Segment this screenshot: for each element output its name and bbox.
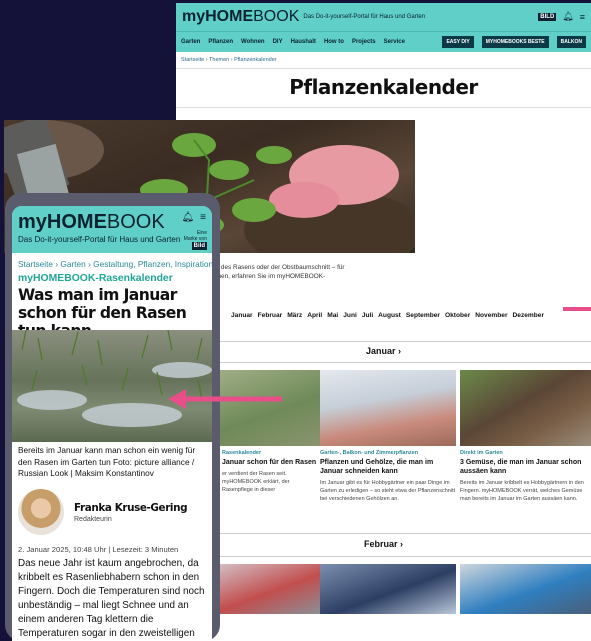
card-text: Bereits im Januar kribbelt es Hobbygärtn… <box>460 480 584 502</box>
card-image[interactable] <box>460 564 591 614</box>
divider <box>206 341 591 342</box>
card-text: Im Januar gibt es für Hobbygärtner ein p… <box>320 480 456 502</box>
article-card[interactable]: Direkt im Garten 3 Gemüse, die man im Ja… <box>460 370 591 503</box>
nav-item-howto[interactable]: How to <box>324 39 344 45</box>
image-caption: Bereits im Januar kann man schon ein wen… <box>18 445 196 478</box>
month-nav: Januar Februar März April Mai Juni Juli … <box>231 312 544 319</box>
nav-item-service[interactable]: Service <box>384 39 405 45</box>
section-januar[interactable]: Januar › <box>176 346 591 356</box>
desktop-header: myHOMEBOOK Das Do-it-yourself-Portal für… <box>176 3 591 31</box>
article-body: Das neue Jahr ist kaum angebrochen, da k… <box>18 558 205 639</box>
divider <box>206 533 591 534</box>
bild-brand: Eine Marke von Bild <box>183 230 207 250</box>
menu-icon[interactable]: ≡ <box>580 12 585 22</box>
balkon-button[interactable]: BALKON <box>556 36 586 48</box>
month-september[interactable]: September <box>406 312 440 319</box>
menu-icon[interactable]: ≡ <box>200 212 206 223</box>
article-kicker: myHOMEBOOK-Rasenkalender <box>18 273 173 284</box>
month-maerz[interactable]: März <box>287 312 302 319</box>
month-januar[interactable]: Januar <box>231 312 253 319</box>
card-image <box>460 370 591 446</box>
easy-diy-button[interactable]: EASY DIY <box>442 36 474 48</box>
divider <box>206 556 591 557</box>
month-april[interactable]: April <box>307 312 322 319</box>
publish-date: 2. Januar 2025, 10:48 Uhr | Lesezeit: 3 … <box>18 545 179 554</box>
page-title: Pflanzenkalender <box>176 75 591 108</box>
month-dezember[interactable]: Dezember <box>513 312 545 319</box>
month-oktober[interactable]: Oktober <box>445 312 470 319</box>
card-category: Direkt im Garten <box>460 450 503 456</box>
bild-logo-icon: Bild <box>191 242 207 250</box>
bell-icon[interactable]: 🔔︎ <box>562 11 573 22</box>
nav-item-haushalt[interactable]: Haushalt <box>291 39 316 45</box>
bell-icon[interactable]: 🔔︎ <box>181 212 194 223</box>
arrow-left-icon <box>168 389 282 409</box>
accent-bar <box>563 307 591 311</box>
month-juni[interactable]: Juni <box>343 312 357 319</box>
mobile-tagline: Das Do-it-yourself-Portal für Haus und G… <box>18 235 181 244</box>
beste-button[interactable]: MYHOMEBOOKS BESTE <box>481 36 549 48</box>
bild-logo-icon: BILD <box>538 12 557 21</box>
desktop-nav: Garten Pflanzen Wohnen DIY Haushalt How … <box>176 31 591 52</box>
nav-item-wohnen[interactable]: Wohnen <box>241 39 265 45</box>
avatar <box>18 489 64 535</box>
nav-item-projects[interactable]: Projects <box>352 39 376 45</box>
desktop-breadcrumb[interactable]: Startseite › Themen › Pflanzenkalender <box>176 52 591 69</box>
card-image <box>320 370 456 446</box>
card-image[interactable] <box>320 564 456 614</box>
article-image <box>12 330 212 442</box>
month-mai[interactable]: Mai <box>327 312 338 319</box>
author-name[interactable]: Franka Kruse-Gering <box>74 502 188 514</box>
card-title: 3 Gemüse, die man im Januar schon aussäe… <box>460 459 582 475</box>
author-role: Redakteurin <box>74 515 112 523</box>
month-februar[interactable]: Februar <box>258 312 283 319</box>
nav-item-diy[interactable]: DIY <box>273 39 283 45</box>
card-category: Garten-, Balkon- und Zimmerpflanzen <box>320 450 419 456</box>
mobile-header: myHOMEBOOK Das Do-it-yourself-Portal für… <box>12 206 212 253</box>
nav-item-pflanzen[interactable]: Pflanzen <box>208 39 233 45</box>
month-juli[interactable]: Juli <box>362 312 373 319</box>
article-card[interactable]: Garten-, Balkon- und Zimmerpflanzen Pfla… <box>320 370 456 503</box>
section-februar[interactable]: Februar › <box>176 539 591 549</box>
card-title: Pflanzen und Gehölze, die man im Januar … <box>320 459 434 475</box>
author-box[interactable]: Franka Kruse-Gering Redakteurin <box>18 489 188 535</box>
mobile-screen: myHOMEBOOK Das Do-it-yourself-Portal für… <box>12 206 212 641</box>
month-august[interactable]: August <box>378 312 401 319</box>
month-november[interactable]: November <box>475 312 507 319</box>
divider <box>206 362 591 363</box>
desktop-logo[interactable]: myHOMEBOOK <box>182 8 299 26</box>
nav-item-garten[interactable]: Garten <box>181 39 200 45</box>
mobile-breadcrumb[interactable]: Startseite › Garten › Gestaltung, Pflanz… <box>12 253 212 271</box>
mobile-logo[interactable]: myHOMEBOOK <box>18 211 165 234</box>
desktop-tagline: Das Do-it-yourself-Portal für Haus und G… <box>303 14 426 20</box>
